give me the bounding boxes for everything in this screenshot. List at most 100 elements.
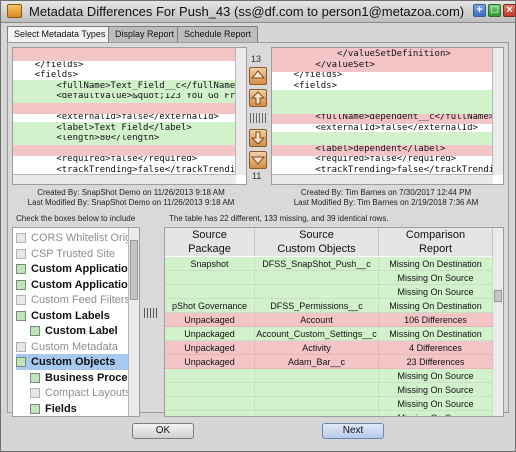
- checklist-item[interactable]: Custom Applications: [16, 261, 139, 277]
- table-cell: Snapshot: [165, 257, 255, 271]
- splitter-grip-icon[interactable]: [250, 113, 266, 123]
- source-code-hscrollbar[interactable]: [13, 174, 236, 184]
- table-row[interactable]: Unpackaged Account_Custom_Settings__c Miss…: [165, 327, 493, 341]
- previous-difference-button[interactable]: [249, 89, 267, 107]
- source-code-vscrollbar[interactable]: [235, 48, 246, 175]
- checklist-item-label: Compact Layouts: [45, 387, 131, 399]
- checklist-item-label: Custom Applications: [31, 263, 140, 275]
- checklist-scroll-thumb[interactable]: [130, 240, 138, 300]
- table-cell: Missing On Destination: [379, 299, 493, 313]
- report-vscrollbar[interactable]: [492, 228, 503, 416]
- title-bar[interactable]: Metadata Differences For Push_43 (ss@df.…: [1, 1, 516, 23]
- checklist-item[interactable]: Custom Metadata: [16, 339, 129, 355]
- checkbox[interactable]: [30, 403, 40, 414]
- table-cell: [165, 369, 255, 383]
- table-cell: Missing On Source: [379, 285, 493, 299]
- checkbox[interactable]: [30, 326, 40, 336]
- table-cell: 106 Differences: [379, 313, 493, 327]
- checklist-item-label: Custom Objects: [31, 356, 116, 368]
- checklist-item[interactable]: Fields: [30, 401, 129, 417]
- table-row[interactable]: Missing On Source: [165, 383, 493, 397]
- column-header[interactable]: Package: [165, 242, 255, 256]
- checklist-item[interactable]: Custom Application Com: [16, 277, 139, 293]
- bottom-difference-count: 11: [252, 171, 262, 181]
- table-cell: [165, 411, 255, 416]
- table-cell: Missing On Destination: [379, 257, 493, 271]
- destination-code-pane[interactable]: <trackTrending>false</trackTrending> <re…: [271, 47, 504, 185]
- checkbox[interactable]: [16, 357, 26, 367]
- table-row[interactable]: Missing On Source: [165, 369, 493, 383]
- checklist-item[interactable]: CORS Whitelist Origin: [16, 230, 139, 246]
- column-header[interactable]: Source: [165, 228, 255, 242]
- maximize-button[interactable]: □: [488, 4, 501, 17]
- table-row[interactable]: pShot Governance DFSS_Permissions__c Missi…: [165, 299, 493, 313]
- table-cell: 23 Differences: [379, 355, 493, 369]
- column-header[interactable]: Report: [379, 242, 493, 256]
- close-button[interactable]: ×: [503, 4, 516, 17]
- destination-code-hscrollbar[interactable]: [272, 174, 493, 184]
- table-cell: [255, 411, 379, 416]
- checkbox[interactable]: [16, 341, 26, 352]
- table-cell: Missing On Source: [379, 383, 493, 397]
- checklist-item[interactable]: Compact Layouts: [30, 385, 131, 401]
- comparison-report-table[interactable]: Source Source Comparison Package Custom Obje…: [164, 227, 504, 417]
- column-header[interactable]: Comparison: [379, 228, 493, 242]
- pane-splitter-grip-icon[interactable]: [144, 308, 158, 318]
- checkbox[interactable]: [16, 264, 26, 274]
- last-difference-button[interactable]: [249, 151, 267, 169]
- checklist-item[interactable]: Custom Objects: [16, 354, 129, 370]
- checkbox[interactable]: [16, 233, 26, 243]
- tab-label: Select Metadata Types: [14, 29, 106, 39]
- source-code-pane[interactable]: <type>Text</type> <trackTrending>false</…: [12, 47, 247, 185]
- tab-display-report[interactable]: Display Report: [108, 26, 182, 42]
- down-arrow-icon: [251, 131, 265, 145]
- checkbox[interactable]: [30, 372, 40, 383]
- checkbox[interactable]: [16, 295, 26, 305]
- destination-code-vscrollbar[interactable]: [492, 48, 503, 175]
- table-cell: Missing On Source: [379, 411, 493, 416]
- table-row[interactable]: Missing On Source: [165, 271, 493, 285]
- source-last-modified-by: Last Modified By: SnapShot Demo on 11/26…: [27, 198, 235, 207]
- checkbox[interactable]: [16, 310, 26, 321]
- table-cell: Account_Custom_Settings__c: [255, 327, 379, 341]
- checkbox[interactable]: [16, 279, 26, 290]
- checklist-item[interactable]: Custom Feed Filters: [16, 292, 130, 308]
- table-cell: Missing On Source: [379, 397, 493, 411]
- table-cell: Unpackaged: [165, 355, 255, 369]
- checklist-item[interactable]: Business Processes: [30, 370, 139, 386]
- destination-created-by: Created By: Tim Barnes on 7/30/2017 12:4…: [300, 188, 472, 197]
- metadata-type-checklist[interactable]: List ViewsField SetsFieldsCompact Layout…: [12, 227, 140, 417]
- source-created-by: Created By: SnapShot Demo on 11/26/2013 …: [37, 188, 225, 197]
- tab-label: Display Report: [115, 29, 175, 39]
- column-header[interactable]: Source: [255, 228, 379, 242]
- table-row[interactable]: Unpackaged Activity 4 Differences: [165, 341, 493, 355]
- next-button[interactable]: Next: [322, 423, 384, 439]
- ok-button[interactable]: OK: [132, 423, 194, 439]
- table-row[interactable]: Snapshot DFSS_SnapShot_Push__c Missing On …: [165, 257, 493, 271]
- checklist-vscrollbar[interactable]: [128, 228, 139, 416]
- checklist-item-label: Field Sets: [45, 416, 97, 417]
- table-row[interactable]: Missing On Source: [165, 285, 493, 299]
- column-header[interactable]: Custom Objects: [255, 242, 379, 256]
- table-row[interactable]: Missing On Source: [165, 411, 493, 416]
- table-row[interactable]: Unpackaged Adam_Bar__c 23 Differences: [165, 355, 493, 369]
- table-row[interactable]: Unpackaged Account 106 Differences: [165, 313, 493, 327]
- checklist-item[interactable]: Custom Label: [30, 323, 129, 339]
- checkbox[interactable]: [30, 388, 40, 398]
- tab-schedule-report[interactable]: Schedule Report: [177, 26, 259, 42]
- tab-select-metadata-types[interactable]: Select Metadata Types: [7, 26, 113, 43]
- checklist-item[interactable]: Field Sets: [30, 416, 129, 417]
- help-button[interactable]: +: [473, 4, 486, 17]
- next-difference-button[interactable]: [249, 129, 267, 147]
- table-cell: DFSS_SnapShot_Push__c: [255, 257, 379, 271]
- checklist-item-label: Custom Metadata: [31, 340, 118, 353]
- report-scroll-thumb[interactable]: [494, 290, 502, 302]
- table-cell: [255, 285, 379, 299]
- table-row[interactable]: Missing On Source: [165, 397, 493, 411]
- first-difference-button[interactable]: [249, 67, 267, 85]
- checklist-item[interactable]: Custom Labels: [16, 308, 129, 324]
- checkbox[interactable]: [16, 248, 26, 259]
- table-cell: Unpackaged: [165, 313, 255, 327]
- table-cell: 4 Differences: [379, 341, 493, 355]
- checklist-item[interactable]: CSP Trusted Site: [16, 246, 129, 262]
